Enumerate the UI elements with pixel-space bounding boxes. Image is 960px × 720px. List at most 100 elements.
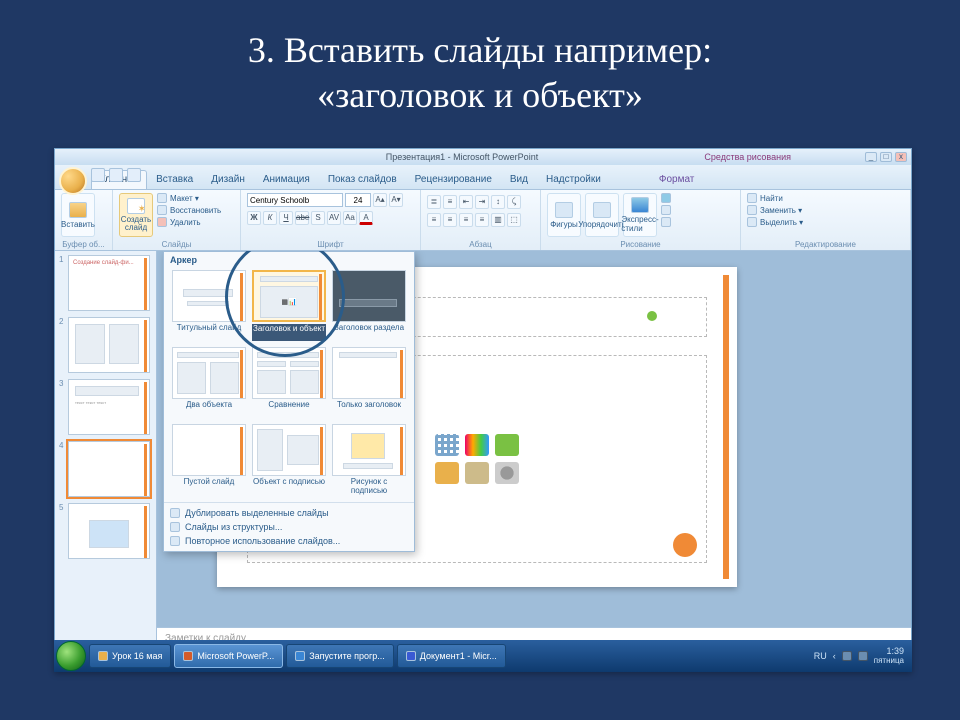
tab-addins[interactable]: Надстройки (537, 170, 610, 189)
duplicate-slides-item[interactable]: Дублировать выделенные слайды (170, 506, 408, 520)
tray-icon[interactable] (842, 651, 852, 661)
shrink-font-button[interactable]: A▾ (389, 193, 403, 207)
font-color-button[interactable]: A (359, 211, 373, 225)
layout-option[interactable]: Объект с подписью (252, 424, 326, 496)
office-button-icon[interactable] (59, 167, 87, 195)
taskbar-clock[interactable]: 1:39 пятница (874, 647, 904, 666)
delete-label: Удалить (170, 218, 201, 227)
tab-animation[interactable]: Анимация (254, 170, 319, 189)
find-button[interactable]: Найти (747, 193, 803, 203)
layout-option[interactable]: Только заголовок (332, 347, 406, 418)
rotate-handle-icon[interactable] (647, 311, 657, 321)
char-spacing-button[interactable]: AV (327, 211, 341, 225)
font-name-select[interactable] (247, 193, 343, 207)
group-slides-label: Слайды (119, 239, 234, 249)
slide-thumbnail[interactable]: Создание слайд-фи... (68, 255, 150, 311)
delete-slide-button[interactable]: Удалить (157, 217, 221, 227)
window-maximize-button[interactable]: □ (880, 152, 892, 162)
decrease-indent-button[interactable]: ⇤ (459, 195, 473, 209)
taskbar-item[interactable]: Microsoft PowerP... (174, 644, 283, 668)
qat-save-icon[interactable] (91, 168, 105, 182)
insert-clipart-icon[interactable] (465, 462, 489, 484)
tab-review[interactable]: Рецензирование (406, 170, 501, 189)
align-right-button[interactable]: ≡ (459, 213, 473, 227)
quick-styles-button[interactable]: Экспресс-стили (623, 193, 657, 237)
slide-thumbnail-pane[interactable]: 1 Создание слайд-фи... 2 3 текст текст т… (55, 251, 157, 653)
tab-format[interactable]: Формат (650, 170, 704, 189)
start-button-icon[interactable] (56, 641, 86, 671)
reuse-label: Повторное использование слайдов... (185, 536, 340, 546)
italic-button[interactable]: К (263, 211, 277, 225)
effects-icon (661, 217, 671, 227)
slide-thumbnail[interactable] (68, 441, 150, 497)
layout-label: Только заголовок (332, 401, 406, 418)
tab-view[interactable]: Вид (501, 170, 537, 189)
justify-button[interactable]: ≡ (475, 213, 489, 227)
shadow-button[interactable]: S (311, 211, 325, 225)
layout-option[interactable]: Заголовок раздела (332, 270, 406, 341)
slide-thumbnail[interactable] (68, 317, 150, 373)
taskbar-item[interactable]: Документ1 - Micr... (397, 644, 506, 668)
tray-chevron-icon[interactable]: ‹ (833, 651, 836, 661)
layout-option[interactable]: Сравнение (252, 347, 326, 418)
align-center-button[interactable]: ≡ (443, 213, 457, 227)
slide-thumbnail[interactable] (68, 503, 150, 559)
taskbar-item[interactable]: Запустите прогр... (286, 644, 394, 668)
insert-media-icon[interactable] (495, 462, 519, 484)
new-slide-button[interactable]: ✶ Создать слайд (119, 193, 153, 237)
insert-picture-icon[interactable] (435, 462, 459, 484)
shapes-label: Фигуры (550, 220, 578, 229)
layout-option[interactable]: Два объекта (172, 347, 246, 418)
bold-button[interactable]: Ж (247, 211, 261, 225)
select-button[interactable]: Выделить ▾ (747, 217, 803, 227)
arrange-button[interactable]: Упорядочить (585, 193, 619, 237)
shape-fill-button[interactable] (661, 193, 671, 203)
layout-option[interactable]: Титульный слайд (172, 270, 246, 341)
columns-button[interactable]: ▥ (491, 213, 505, 227)
insert-smartart-icon[interactable] (495, 434, 519, 456)
change-case-button[interactable]: Aa (343, 211, 357, 225)
tray-volume-icon[interactable] (858, 651, 868, 661)
bullets-button[interactable]: ≣ (427, 195, 441, 209)
shape-outline-button[interactable] (661, 205, 671, 215)
reset-slide-button[interactable]: Восстановить (157, 205, 221, 215)
tab-slideshow[interactable]: Показ слайдов (319, 170, 406, 189)
align-left-button[interactable]: ≡ (427, 213, 441, 227)
shape-effects-button[interactable] (661, 217, 671, 227)
shapes-button[interactable]: Фигуры (547, 193, 581, 237)
numbering-button[interactable]: ≡ (443, 195, 457, 209)
replace-button[interactable]: Заменить ▾ (747, 205, 803, 215)
window-minimize-button[interactable]: _ (865, 152, 877, 162)
font-size-select[interactable] (345, 193, 371, 207)
qat-redo-icon[interactable] (127, 168, 141, 182)
reset-label: Восстановить (170, 206, 221, 215)
instruction-line1: 3. Вставить слайды например: (40, 28, 920, 73)
replace-icon (747, 205, 757, 215)
taskbar-item[interactable]: Урок 16 мая (89, 644, 171, 668)
tab-design[interactable]: Дизайн (202, 170, 254, 189)
tab-insert[interactable]: Вставка (147, 170, 202, 189)
slide-thumbnail[interactable]: текст текст текст (68, 379, 150, 435)
layout-button[interactable]: Макет ▾ (157, 193, 221, 203)
paste-button[interactable]: Вставить (61, 193, 95, 237)
tray-lang[interactable]: RU (814, 651, 827, 661)
system-tray[interactable]: RU ‹ 1:39 пятница (814, 647, 910, 666)
layout-option[interactable]: ▦📊Заголовок и объект (252, 270, 326, 341)
strike-button[interactable]: abe (295, 211, 309, 225)
layout-option[interactable]: Рисунок с подписью (332, 424, 406, 496)
text-direction-button[interactable]: ⤹ (507, 195, 521, 209)
group-font-label: Шрифт (247, 239, 414, 249)
convert-smartart-button[interactable]: ⬚ (507, 213, 521, 227)
grow-font-button[interactable]: A▴ (373, 193, 387, 207)
insert-chart-icon[interactable] (465, 434, 489, 456)
reuse-slides-item[interactable]: Повторное использование слайдов... (170, 534, 408, 548)
underline-button[interactable]: Ч (279, 211, 293, 225)
window-close-button[interactable]: x (895, 152, 907, 162)
contextual-tools-label: Средства рисования (704, 152, 791, 162)
layout-option[interactable]: Пустой слайд (172, 424, 246, 496)
qat-undo-icon[interactable] (109, 168, 123, 182)
increase-indent-button[interactable]: ⇥ (475, 195, 489, 209)
line-spacing-button[interactable]: ↕ (491, 195, 505, 209)
insert-table-icon[interactable] (435, 434, 459, 456)
slides-from-outline-item[interactable]: Слайды из структуры... (170, 520, 408, 534)
